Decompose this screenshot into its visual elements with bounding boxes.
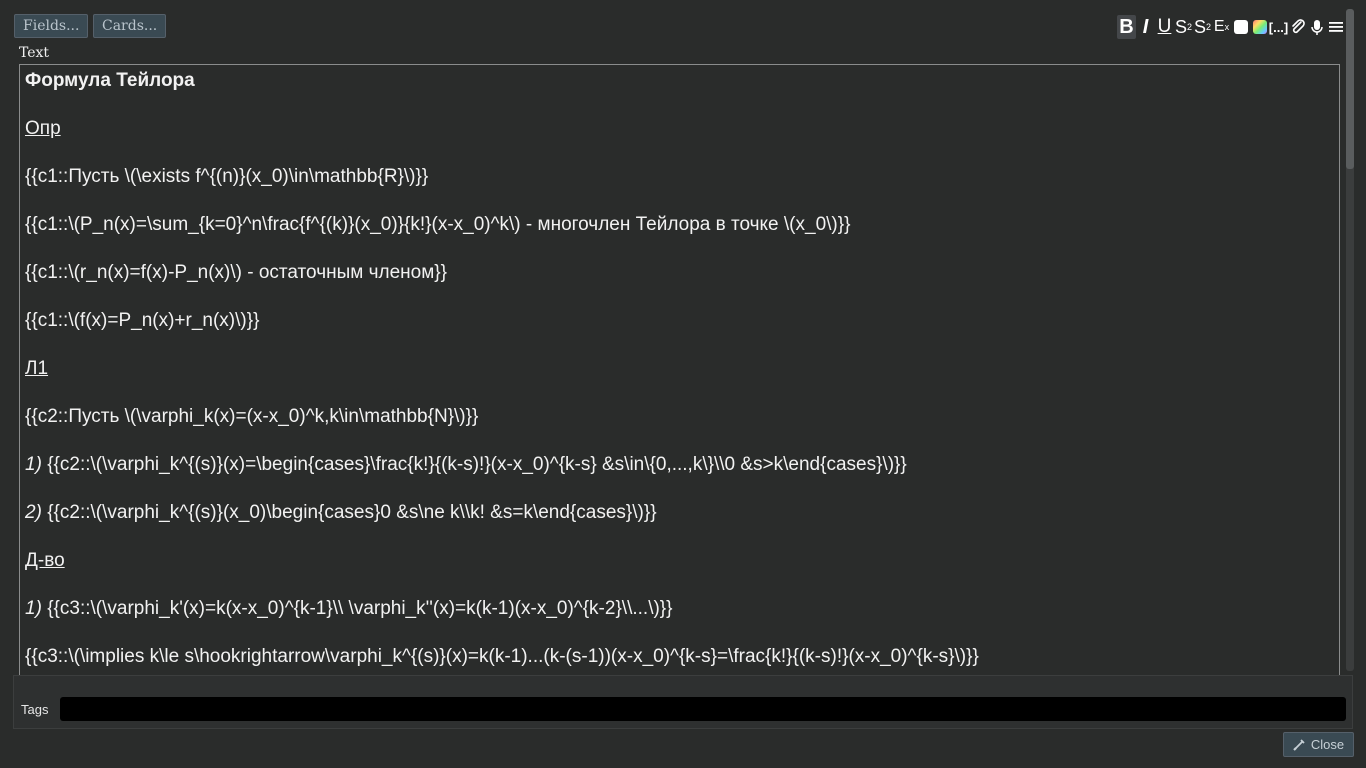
editor-line: 1) {{c2::\(\varphi_k^{(s)}(x)=\begin{cas…	[25, 454, 907, 475]
highlight-color-icon[interactable]	[1250, 15, 1269, 39]
cloze-icon[interactable]: [...]	[1269, 15, 1289, 39]
italic-icon[interactable]: I	[1136, 15, 1155, 39]
editor-scrollbar[interactable]	[1346, 9, 1354, 671]
cards-button[interactable]: Cards...	[93, 14, 166, 38]
bold-icon[interactable]: B	[1117, 15, 1136, 39]
tags-area: Tags	[13, 675, 1353, 729]
editor-line: {{c1::\(P_n(x)=\sum_{k=0}^n\frac{f^{(k)}…	[25, 214, 851, 235]
underline-icon[interactable]: U	[1155, 15, 1174, 39]
close-button[interactable]: Close	[1283, 732, 1354, 757]
editor-line: Опр	[25, 118, 61, 139]
editor-line: Д-во	[25, 550, 65, 571]
editor-line: Формула Тейлора	[25, 70, 195, 91]
subscript-icon[interactable]: S2	[1193, 15, 1212, 39]
attach-icon[interactable]	[1288, 15, 1307, 39]
field-label: Text	[19, 45, 50, 61]
editor-line: {{c1::\(f(x)=P_n(x)+r_n(x)\)}}	[25, 310, 260, 331]
text-color-icon[interactable]	[1231, 15, 1250, 39]
editor-line: 1) {{c3::\(\varphi_k'(x)=k(x-x_0)^{k-1}\…	[25, 598, 673, 619]
fields-button[interactable]: Fields...	[14, 14, 88, 38]
tags-label: Tags	[21, 702, 49, 717]
close-icon	[1293, 738, 1305, 751]
editor-line: 2) {{c2::\(\varphi_k^{(s)}(x_0)\begin{ca…	[25, 502, 657, 523]
close-label: Close	[1310, 737, 1345, 752]
clear-format-icon[interactable]: Ex	[1212, 15, 1231, 39]
superscript-icon[interactable]: S2	[1174, 15, 1193, 39]
editor-line: {{c3::\(\implies k\le s\hookrightarrow\v…	[25, 646, 979, 667]
editor-top-bar: Fields... Cards... B I U S2 S2 Ex [...]	[0, 0, 1366, 44]
editor-line: {{c2::Пусть \(\varphi_k(x)=(x-x_0)^k,k\i…	[25, 406, 479, 427]
editor-line: Л1	[25, 358, 49, 379]
more-menu-icon[interactable]	[1326, 15, 1345, 39]
formatting-toolbar: B I U S2 S2 Ex [...]	[1117, 15, 1345, 39]
editor-line: {{c1::\(r_n(x)=f(x)-P_n(x)\) - остаточны…	[25, 262, 447, 283]
editor-line: {{c1::Пусть \(\exists f^{(n)}(x_0)\in\ma…	[25, 166, 429, 187]
tags-input[interactable]	[60, 697, 1346, 721]
scrollbar-thumb[interactable]	[1346, 9, 1354, 169]
record-audio-icon[interactable]	[1307, 15, 1326, 39]
text-field-editor[interactable]: Формула Тейлора Опр {{c1::Пусть \(\exist…	[19, 64, 1340, 676]
